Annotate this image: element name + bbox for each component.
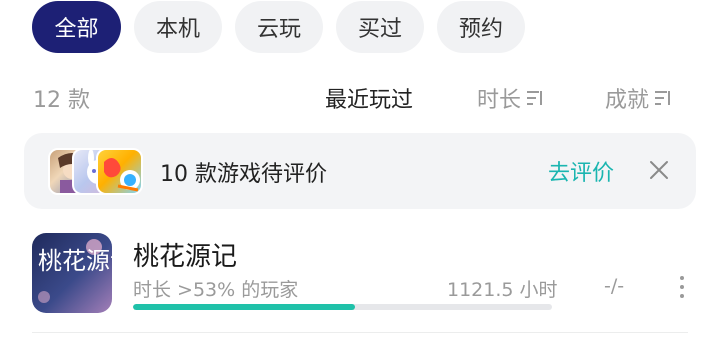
game-icon-text: 桃花源记 bbox=[38, 247, 112, 275]
playtime-progress-fill bbox=[133, 304, 356, 310]
playtime-percentile: 时长 >53% 的玩家 bbox=[133, 279, 299, 301]
game-icon: 桃花源记 bbox=[32, 233, 112, 313]
sort-order-icon bbox=[527, 89, 543, 107]
game-list-item[interactable]: 桃花源记 桃花源记 时长 >53% 的玩家 1121.5 小时 -/- bbox=[0, 230, 720, 333]
game-title: 桃花源记 bbox=[133, 242, 238, 272]
rate-now-link[interactable]: 去评价 bbox=[548, 155, 614, 187]
playtime-hours: 1121.5 小时 bbox=[447, 279, 558, 301]
game-thumbnail bbox=[96, 148, 143, 195]
game-thumbnails bbox=[48, 148, 143, 195]
filter-chip-cloud[interactable]: 云玩 bbox=[235, 1, 323, 53]
sort-duration-button[interactable]: 时长 bbox=[477, 82, 543, 114]
filter-chip-reserved[interactable]: 预约 bbox=[437, 1, 525, 53]
sort-duration-label: 时长 bbox=[477, 88, 522, 113]
filter-chip-all[interactable]: 全部 bbox=[32, 1, 121, 53]
close-icon[interactable] bbox=[647, 158, 671, 182]
filter-chip-local[interactable]: 本机 bbox=[134, 1, 222, 53]
sort-achievement-label: 成就 bbox=[605, 88, 650, 113]
sort-bar: 12 款 最近玩过 时长 成就 bbox=[0, 78, 720, 114]
achievement-value: -/- bbox=[604, 275, 625, 297]
divider bbox=[32, 332, 688, 333]
pending-review-banner[interactable]: 10 款游戏待评价 去评价 bbox=[24, 133, 696, 209]
more-options-icon[interactable] bbox=[672, 274, 692, 300]
game-count: 12 款 bbox=[33, 88, 90, 113]
playtime-progress-bar bbox=[133, 304, 552, 310]
sort-achievement-button[interactable]: 成就 bbox=[605, 82, 671, 114]
filter-chips: 全部 本机 云玩 买过 预约 bbox=[32, 1, 538, 53]
filter-chip-purchased[interactable]: 买过 bbox=[336, 1, 424, 53]
sort-order-icon bbox=[655, 89, 671, 107]
sort-recent-button[interactable]: 最近玩过 bbox=[325, 82, 413, 114]
sort-recent-label: 最近玩过 bbox=[325, 88, 414, 113]
pending-review-text: 10 款游戏待评价 bbox=[160, 162, 327, 187]
